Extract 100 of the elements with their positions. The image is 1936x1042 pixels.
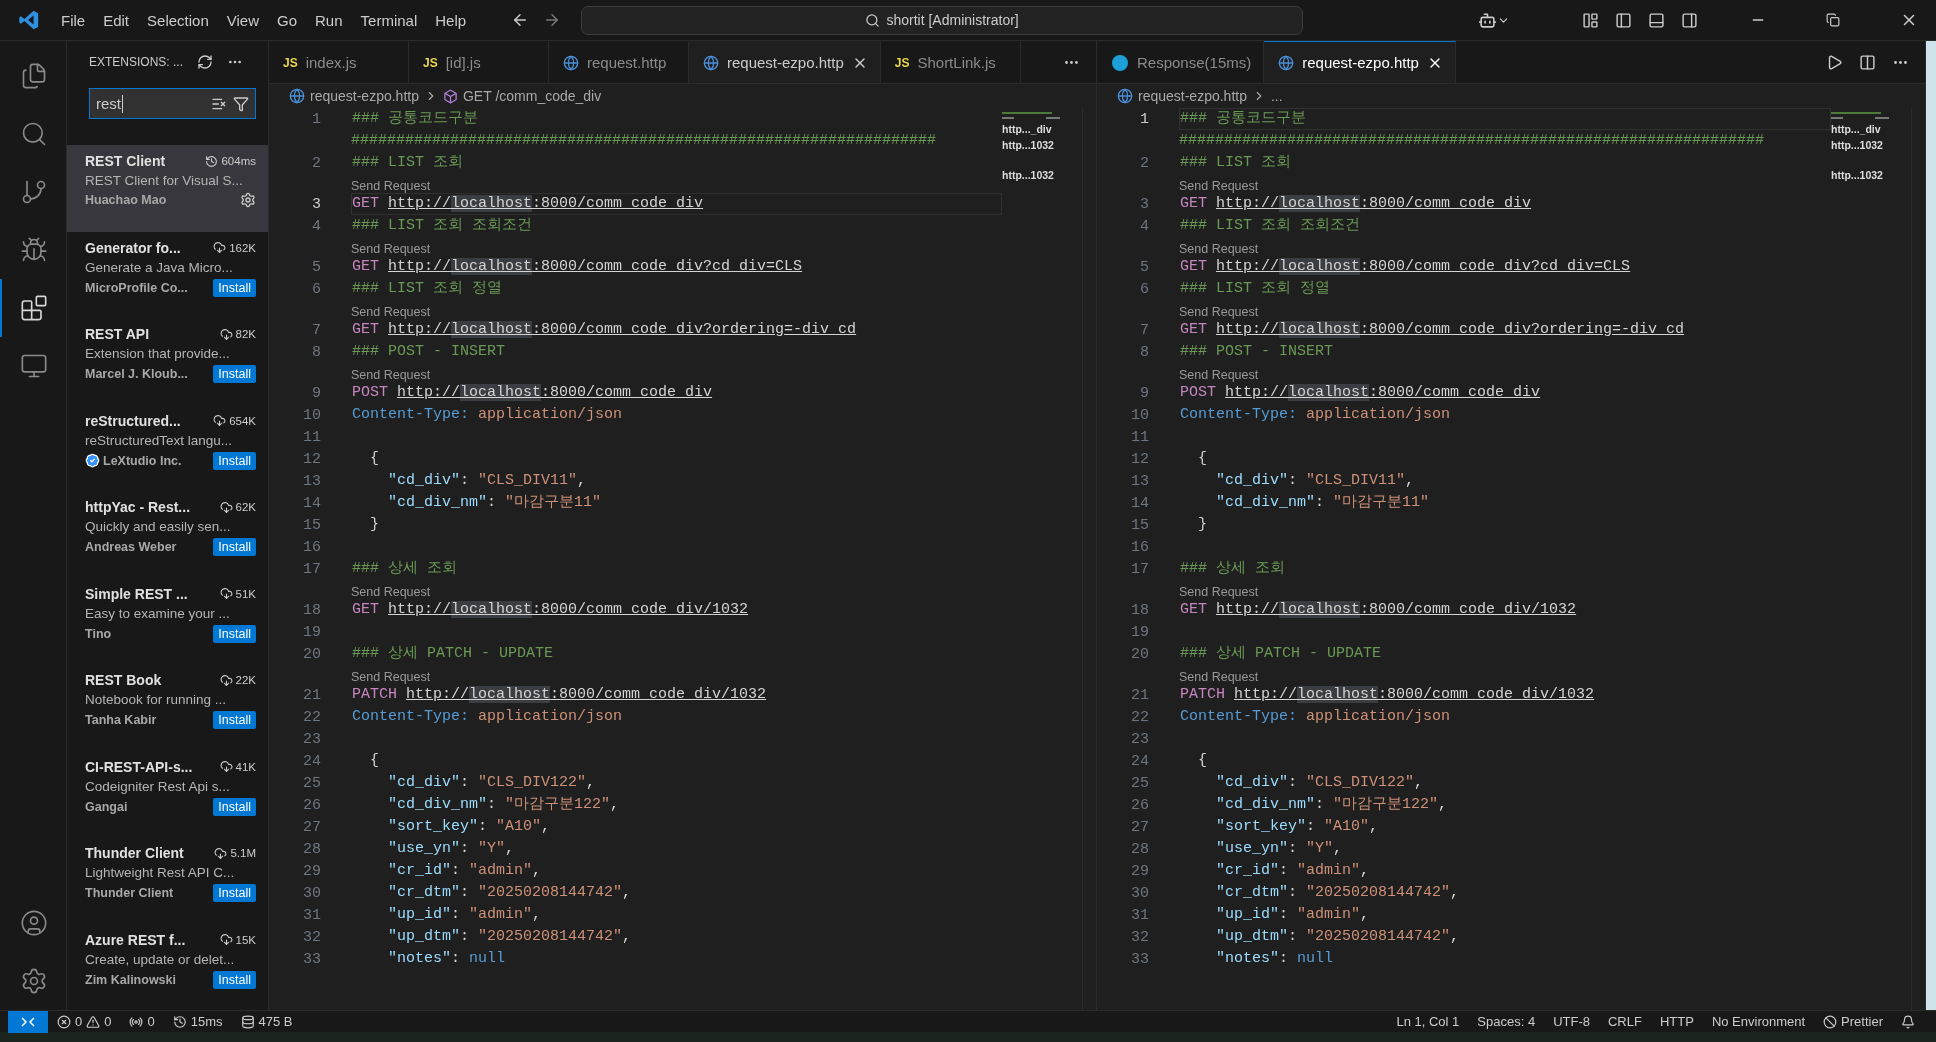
extension-item[interactable]: Thunder Client 5.1M Lightweight Rest API C... Thunder Client Install (67, 837, 268, 924)
send-request-link[interactable]: Send Request (1179, 585, 1259, 599)
install-button[interactable]: Install (213, 797, 256, 816)
extension-item[interactable]: REST API 82K Extension that provide... Marcel J. Kloub... Install (67, 318, 268, 405)
breadcrumb-item[interactable]: request-ezpo.http (1138, 88, 1247, 104)
status-text[interactable]: Spaces: 4 (1477, 1014, 1536, 1029)
line-number: 16 (302, 538, 322, 556)
line-number: 33 (1130, 950, 1150, 968)
robot-icon[interactable] (1478, 10, 1510, 30)
editor-tab[interactable]: request-ezpo.http (689, 41, 881, 83)
send-request-link[interactable]: Send Request (351, 305, 431, 319)
history-icon[interactable] (172, 1014, 187, 1029)
send-request-link[interactable]: Send Request (1179, 368, 1259, 382)
send-request-link[interactable]: Send Request (1179, 242, 1259, 256)
extension-item[interactable]: Generator fo... 162K Generate a Java Micro... MicroProfile Co... Install (67, 231, 268, 319)
line-number: 17 (1130, 560, 1150, 578)
status-text[interactable]: HTTP (1659, 1014, 1694, 1029)
panel-left-icon[interactable] (1615, 11, 1632, 29)
install-button[interactable]: Install (213, 538, 256, 557)
install-button[interactable]: Install (213, 624, 256, 643)
send-request-link[interactable]: Send Request (1179, 179, 1259, 193)
line-number: 29 (1130, 862, 1150, 880)
filter-icon[interactable] (233, 95, 249, 112)
broadcast-icon[interactable] (129, 1014, 144, 1029)
code-line: "cr_id": "admin", (387, 861, 542, 881)
layout-icon[interactable] (1582, 11, 1599, 29)
breadcrumb-item[interactable]: request-ezpo.http (310, 88, 419, 104)
breadcrumb-item[interactable]: ... (1270, 88, 1283, 104)
install-button[interactable]: Install (213, 278, 256, 297)
install-button[interactable]: Install (213, 451, 256, 470)
line-number: 31 (302, 906, 322, 924)
send-request-link[interactable]: Send Request (1179, 305, 1259, 319)
status-text[interactable]: Ln 1, Col 1 (1396, 1014, 1460, 1029)
breadcrumb-item[interactable]: GET /comm_code_div (462, 88, 602, 104)
search-field[interactable]: rest (89, 87, 256, 120)
command-center[interactable]: shortit [Administrator] (581, 5, 1304, 35)
install-button[interactable]: Install (213, 884, 256, 903)
send-request-link[interactable]: Send Request (351, 179, 431, 193)
error-count[interactable]: 0 (75, 1014, 83, 1029)
menu-item[interactable]: File (52, 7, 95, 33)
settings-icon[interactable] (240, 192, 256, 209)
status-text[interactable]: UTF-8 (1553, 1014, 1590, 1029)
play-icon[interactable] (1826, 53, 1843, 71)
restore-icon[interactable] (1826, 13, 1840, 27)
warning-icon[interactable] (86, 1014, 101, 1029)
remote-button[interactable] (8, 1010, 48, 1033)
line-number: 33 (302, 950, 322, 968)
code-line: "sort_key": "A10", (387, 817, 551, 837)
send-request-link[interactable]: Send Request (1179, 670, 1259, 684)
line-number: 15 (1130, 516, 1150, 534)
panel-bottom-icon[interactable] (1648, 11, 1665, 29)
status-text[interactable]: 15ms (190, 1014, 223, 1029)
prohibited-icon[interactable] (1823, 1014, 1838, 1029)
extension-stat: 654K (229, 414, 256, 427)
send-request-link[interactable]: Send Request (351, 368, 431, 382)
send-request-link[interactable]: Send Request (351, 585, 431, 599)
code-line: "use_yn": "Y", (387, 839, 515, 859)
status-text[interactable]: No Environment (1711, 1014, 1806, 1029)
error-icon[interactable] (57, 1014, 71, 1029)
menu-item[interactable]: Edit (94, 7, 139, 33)
menu-item[interactable]: Run (306, 7, 352, 33)
menu-item[interactable]: Terminal (351, 7, 427, 33)
status-text[interactable]: Prettier (1841, 1014, 1883, 1029)
editor-tab[interactable]: request-ezpo.http (1264, 41, 1456, 83)
refresh-icon[interactable] (197, 54, 214, 71)
database-icon[interactable] (240, 1014, 255, 1029)
line-number: 31 (1130, 906, 1150, 924)
warning-count[interactable]: 0 (104, 1014, 112, 1029)
tab-label: index.js (305, 54, 357, 71)
extension-item[interactable]: reStructured... 654K reStructuredText langu... LeXtudio Inc. Install (67, 404, 268, 492)
extension-item[interactable]: Azure REST f... 15K Create, update or delet... Zim Kalinowski Install (67, 923, 268, 1010)
line-number: 5 (311, 258, 322, 276)
status-text[interactable]: CRLF (1607, 1014, 1642, 1029)
bell-icon[interactable] (1901, 1014, 1915, 1029)
globe-icon (1278, 54, 1295, 71)
code-line: "use_yn": "Y", (1215, 839, 1343, 859)
line-number: 7 (311, 321, 322, 339)
panel-right-icon[interactable] (1681, 11, 1698, 29)
send-request-link[interactable]: Send Request (351, 242, 431, 256)
tab-label: request-ezpo.http (1302, 54, 1419, 71)
install-button[interactable]: Install (213, 970, 256, 989)
extension-item[interactable]: CI-REST-API-s... 41K Codeigniter Rest Api s... Gangai Install (67, 750, 268, 838)
extension-item[interactable]: REST Client 604ms REST Client for Visual S... Huachao Mao (67, 145, 268, 232)
menu-item[interactable]: View (217, 7, 268, 33)
install-button[interactable]: Install (213, 365, 256, 384)
install-button[interactable]: Install (213, 711, 256, 730)
send-request-link[interactable]: Send Request (351, 670, 431, 684)
line-number: 25 (1130, 774, 1150, 792)
menu-item[interactable]: Selection (138, 7, 218, 33)
extension-item[interactable]: REST Book 22K Notebook for running ... Tanha Kabir Install (67, 664, 268, 751)
minimap-label: http...1032 (1002, 169, 1055, 181)
menu-item[interactable]: Go (268, 7, 306, 33)
split-editor-icon[interactable] (1859, 53, 1876, 71)
status-text[interactable]: 475 B (258, 1014, 293, 1029)
line-number: 10 (1130, 406, 1150, 424)
extension-item[interactable]: httpYac - Rest... 62K Quickly and easily sen... Andreas Weber Install (67, 491, 268, 578)
menu-item[interactable]: Help (426, 7, 476, 33)
extension-name: reStructured... (85, 412, 181, 429)
extension-item[interactable]: Simple REST ... 51K Easy to examine your ... Tino Install (67, 577, 268, 665)
status-text[interactable]: 0 (147, 1014, 155, 1029)
